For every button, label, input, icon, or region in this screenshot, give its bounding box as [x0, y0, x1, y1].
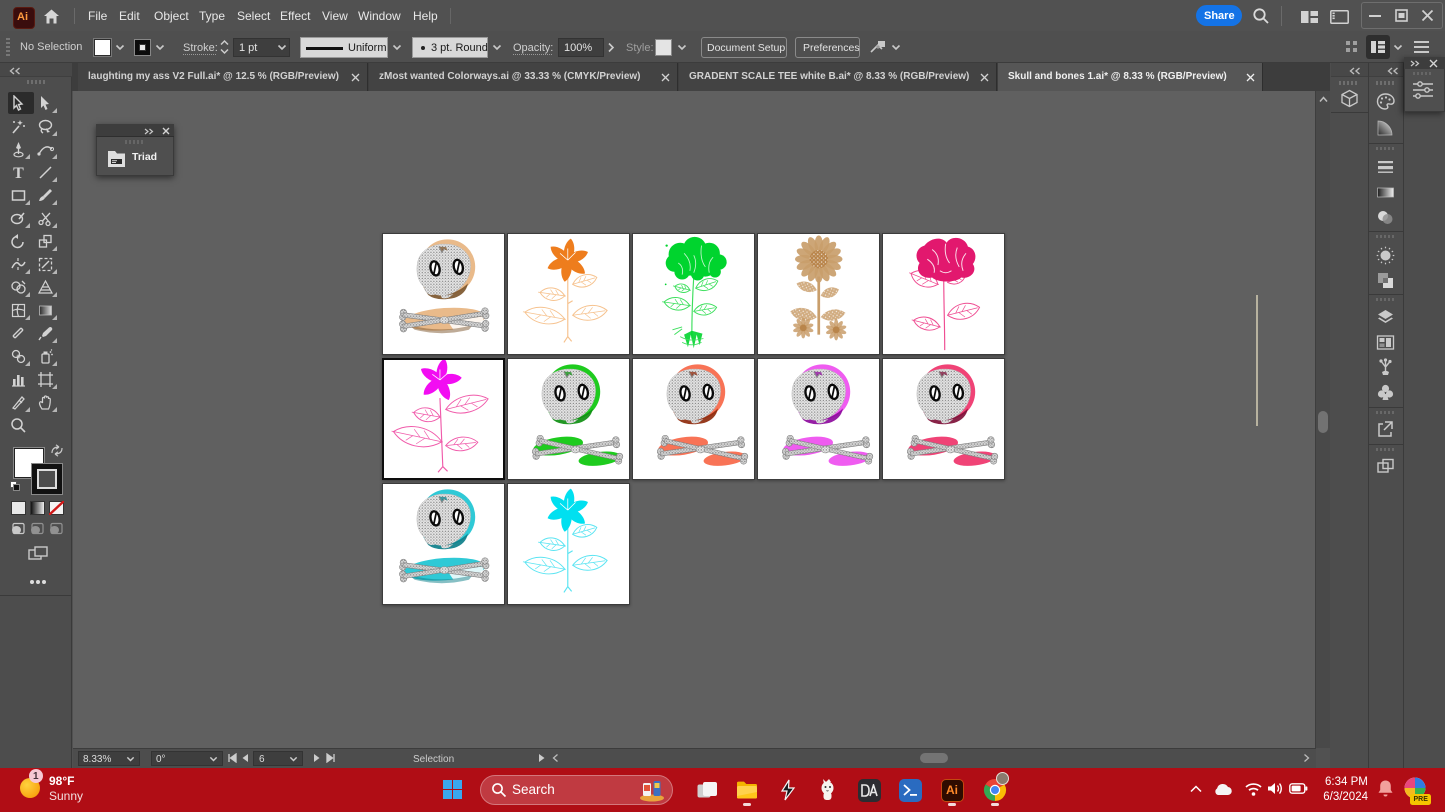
svg-text:T: T: [13, 165, 24, 181]
